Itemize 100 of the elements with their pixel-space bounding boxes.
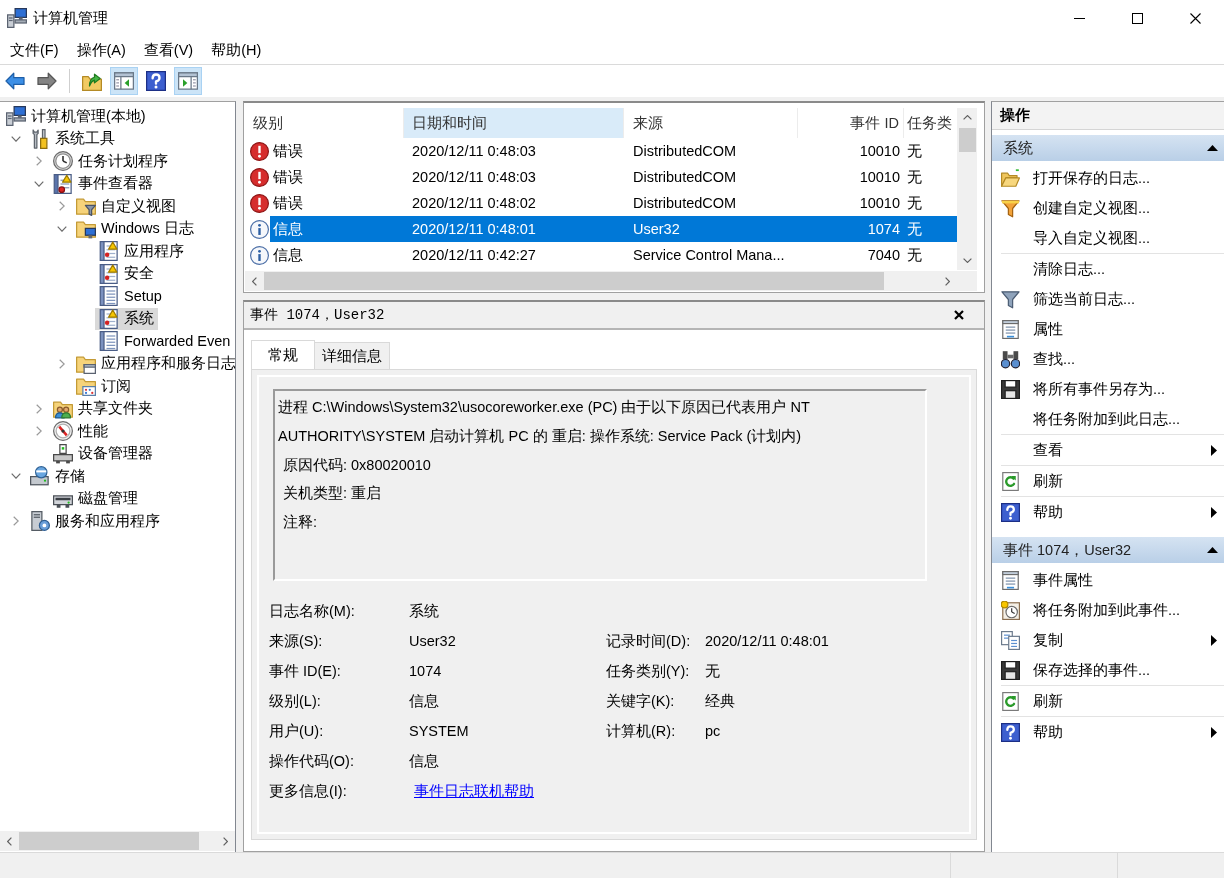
action-item[interactable]: 筛选当前日志... bbox=[1001, 284, 1224, 314]
action-item[interactable]: 打开保存的日志... bbox=[992, 163, 1224, 193]
console-tree-button[interactable] bbox=[110, 67, 138, 95]
tree-item[interactable]: 共享文件夹 bbox=[49, 397, 157, 420]
collapse-triangle-icon[interactable] bbox=[1207, 547, 1218, 553]
tree-item[interactable]: 应用程序和服务日志 bbox=[72, 352, 235, 375]
action-item[interactable]: 清除日志... bbox=[1001, 254, 1224, 284]
action-item[interactable]: 刷新 bbox=[1001, 466, 1224, 496]
chevron-down-icon[interactable] bbox=[34, 180, 44, 187]
tree-item[interactable]: 自定义视图 bbox=[72, 195, 180, 218]
scrollbar-thumb[interactable] bbox=[958, 128, 976, 152]
collapse-triangle-icon[interactable] bbox=[1207, 145, 1218, 151]
menu-item[interactable]: 帮助(H) bbox=[202, 37, 271, 63]
section-header[interactable]: 系统 bbox=[992, 135, 1224, 161]
scroll-right-icon[interactable] bbox=[945, 276, 951, 286]
chevron-right-icon[interactable] bbox=[59, 358, 65, 369]
chevron-right-icon[interactable] bbox=[13, 516, 19, 527]
column-header[interactable]: 事件 ID bbox=[798, 108, 904, 138]
tree-item[interactable]: 性能 bbox=[49, 420, 112, 443]
chevron-right-icon[interactable] bbox=[36, 156, 42, 167]
field-label: 记录时间(D): bbox=[606, 631, 691, 651]
action-item[interactable]: 事件属性 bbox=[992, 565, 1224, 595]
action-item[interactable]: 帮助 bbox=[1001, 717, 1224, 747]
right-arrow-icon bbox=[37, 71, 57, 91]
action-item[interactable]: 属性 bbox=[1001, 314, 1224, 344]
table-cell-text: 信息 bbox=[272, 245, 304, 265]
column-header[interactable]: 来源 bbox=[624, 108, 798, 138]
tree-item[interactable]: 系统工具 bbox=[26, 127, 119, 150]
tab[interactable]: 详细信息 bbox=[314, 342, 390, 369]
scrollbar-thumb[interactable] bbox=[264, 272, 884, 290]
chevron-right-icon[interactable] bbox=[36, 403, 42, 414]
list-row[interactable]: 错误 2020/12/11 0:48:03 DistributedCOM 10010 无 bbox=[270, 138, 957, 164]
action-pane-button[interactable] bbox=[174, 67, 202, 95]
help-link[interactable]: 事件日志联机帮助 bbox=[414, 781, 534, 801]
scroll-left-icon[interactable] bbox=[7, 836, 12, 846]
scroll-left-icon[interactable] bbox=[252, 276, 257, 286]
chevron-right-icon[interactable] bbox=[36, 426, 42, 437]
action-item[interactable]: 查找... bbox=[1001, 344, 1224, 374]
tree-item[interactable]: 磁盘管理 bbox=[49, 487, 142, 510]
scrollbar[interactable] bbox=[0, 831, 235, 851]
funnel-icon bbox=[1001, 289, 1020, 309]
action-item[interactable]: 复制 bbox=[992, 625, 1224, 655]
folder-window-icon bbox=[76, 353, 96, 374]
tree-item[interactable]: 计算机管理(本地) bbox=[2, 105, 150, 128]
tree-item[interactable]: 应用程序 bbox=[95, 240, 188, 263]
tree-item[interactable]: 设备管理器 bbox=[49, 442, 157, 465]
description-field[interactable]: 进程 C:\Windows\System32\usocoreworker.exe (PC) 由于以下原因已代表用户 NT AUTHORITY\SYSTEM 启动计算机 PC 的 重启: 操作系统: Service Pack (计划内) 原因代码: 0x80020010 关机类型: 重启 注释: bbox=[273, 389, 927, 581]
section-header[interactable]: 事件 1074，User32 bbox=[992, 537, 1224, 563]
scrollbar-thumb[interactable] bbox=[19, 832, 199, 850]
notebook-warning-icon bbox=[53, 173, 73, 194]
action-item[interactable]: 帮助 bbox=[1001, 497, 1224, 527]
list-row[interactable]: 错误 2020/12/11 0:48:03 DistributedCOM 10010 无 bbox=[270, 164, 957, 190]
scrollbar[interactable] bbox=[245, 271, 958, 291]
tree-item[interactable]: 事件查看器 bbox=[49, 172, 157, 195]
tree-item[interactable]: Setup bbox=[95, 285, 166, 308]
action-item[interactable]: 刷新 bbox=[1001, 686, 1224, 716]
tree-item[interactable]: 系统 bbox=[95, 307, 158, 330]
tree-item[interactable]: Windows 日志 bbox=[72, 217, 198, 240]
action-item[interactable]: 将所有事件另存为... bbox=[1001, 374, 1224, 404]
scroll-right-icon[interactable] bbox=[223, 836, 228, 846]
scrollbar[interactable] bbox=[957, 108, 977, 270]
list-row[interactable]: 错误 2020/12/11 0:48:02 DistributedCOM 10010 无 bbox=[270, 190, 957, 216]
drive-icon bbox=[30, 466, 50, 487]
chevron-right-icon[interactable] bbox=[59, 201, 65, 212]
tree-item[interactable]: 存储 bbox=[26, 465, 89, 488]
help-icon bbox=[1001, 502, 1020, 522]
field-label: 更多信息(I): bbox=[269, 781, 347, 801]
column-header[interactable]: 任务类 bbox=[904, 108, 957, 138]
field-label: 级别(L): bbox=[269, 691, 321, 711]
scroll-up-icon[interactable] bbox=[962, 115, 972, 120]
chevron-down-icon[interactable] bbox=[57, 225, 67, 232]
field-value: SYSTEM bbox=[409, 723, 469, 739]
tree-item[interactable]: Forwarded Even bbox=[95, 330, 235, 353]
folder-calendar-icon bbox=[76, 376, 96, 397]
chevron-down-icon[interactable] bbox=[11, 473, 21, 480]
menu-item[interactable]: 查看(V) bbox=[134, 37, 203, 63]
field-label: 日志名称(M): bbox=[269, 601, 355, 621]
device-icon bbox=[53, 443, 73, 464]
action-item[interactable]: 导入自定义视图... bbox=[992, 223, 1224, 253]
menu-item[interactable]: 文件(F) bbox=[1, 37, 68, 63]
action-item[interactable]: 查看 bbox=[1001, 435, 1224, 465]
action-item[interactable]: 将任务附加到此日志... bbox=[1001, 404, 1224, 434]
table-cell-text: 无 bbox=[906, 245, 923, 265]
scroll-down-icon[interactable] bbox=[962, 258, 972, 263]
tree-item[interactable]: 服务和应用程序 bbox=[26, 510, 164, 533]
tab[interactable]: 常规 bbox=[251, 340, 315, 369]
chevron-down-icon[interactable] bbox=[11, 135, 21, 142]
column-header[interactable]: 日期和时间 bbox=[404, 108, 624, 138]
menu-item[interactable]: 操作(A) bbox=[67, 37, 135, 63]
table-cell-text: Service Control Mana... bbox=[632, 247, 786, 263]
action-item[interactable]: 创建自定义视图... bbox=[992, 193, 1224, 223]
tree-item[interactable]: 安全 bbox=[95, 262, 158, 285]
info-icon bbox=[250, 219, 269, 239]
action-item[interactable]: 保存选择的事件... bbox=[992, 655, 1224, 685]
tree-item[interactable]: 任务计划程序 bbox=[49, 150, 172, 173]
tree-item[interactable]: 订阅 bbox=[72, 375, 135, 398]
copy-icon bbox=[1001, 630, 1020, 650]
list-row[interactable]: 信息 2020/12/11 0:42:27 Service Control Mana... 7040 无 bbox=[270, 242, 957, 268]
action-item[interactable]: 将任务附加到此事件... bbox=[992, 595, 1224, 625]
list-row[interactable]: 信息 2020/12/11 0:48:01 User32 1074 无 bbox=[270, 216, 957, 242]
